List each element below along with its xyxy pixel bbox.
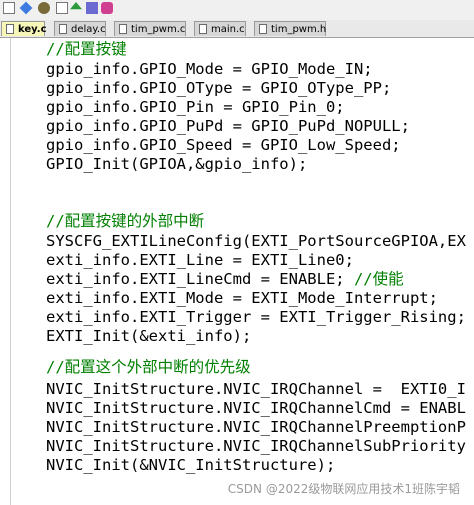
palette-icon[interactable] bbox=[101, 2, 113, 14]
code-line: gpio_info.GPIO_OType = GPIO_OType_PP; bbox=[46, 79, 392, 97]
code-line: gpio_info.GPIO_Mode = GPIO_Mode_IN; bbox=[46, 60, 373, 78]
tools-icon[interactable] bbox=[86, 2, 98, 14]
code-line: gpio_info.GPIO_Speed = GPIO_Low_Speed; bbox=[46, 136, 401, 154]
code-text: exti_info.EXTI_LineCmd = ENABLE; bbox=[46, 270, 354, 288]
code-line: NVIC_InitStructure.NVIC_IRQChannelSubPri… bbox=[46, 437, 466, 455]
code-line: GPIO_Init(GPIOA,&gpio_info); bbox=[46, 155, 308, 173]
code-line: gpio_info.GPIO_PuPd = GPIO_PuPd_NOPULL; bbox=[46, 117, 410, 135]
tab-label: tim_pwm.c bbox=[131, 24, 186, 35]
code-line: gpio_info.GPIO_Pin = GPIO_Pin_0; bbox=[46, 98, 345, 116]
tab-main-c[interactable]: main.c bbox=[194, 21, 246, 36]
tab-label: main.c bbox=[211, 24, 245, 35]
file-icon[interactable] bbox=[3, 2, 15, 14]
gear-icon[interactable] bbox=[38, 2, 50, 14]
code-line-with-comment: exti_info.EXTI_LineCmd = ENABLE; //使能 bbox=[46, 270, 404, 288]
watermark: CSDN @2022级物联网应用技术1班陈宇韬 bbox=[227, 482, 460, 496]
file-icon bbox=[59, 24, 67, 34]
code-line: NVIC_InitStructure.NVIC_IRQChannelCmd = … bbox=[46, 399, 466, 417]
code-editor[interactable]: //配置按键 gpio_info.GPIO_Mode = GPIO_Mode_I… bbox=[0, 38, 474, 505]
code-line: EXTI_Init(&exti_info); bbox=[46, 327, 252, 345]
code-line: NVIC_Init(&NVIC_InitStructure); bbox=[46, 456, 336, 474]
tab-label: key.c bbox=[18, 24, 47, 35]
code-comment: //配置按键的外部中断 bbox=[46, 212, 205, 230]
toolbar bbox=[0, 0, 474, 20]
editor-tabs: key.c delay.c tim_pwm.c main.c tim_pwm.h bbox=[0, 20, 474, 38]
tab-key-c[interactable]: key.c bbox=[1, 21, 47, 36]
tab-delay-c[interactable]: delay.c bbox=[54, 21, 106, 36]
code-line: exti_info.EXTI_Mode = EXTI_Mode_Interrup… bbox=[46, 289, 438, 307]
tab-label: tim_pwm.h bbox=[271, 24, 327, 35]
pin-icon[interactable] bbox=[56, 2, 68, 14]
file-icon bbox=[119, 24, 127, 34]
file-icon bbox=[6, 24, 14, 34]
code-line: NVIC_InitStructure.NVIC_IRQChannel = EXT… bbox=[46, 380, 466, 398]
code-comment: //配置这个外部中断的优先级 bbox=[46, 358, 251, 376]
file-icon bbox=[259, 24, 267, 34]
tab-label: delay.c bbox=[71, 24, 106, 35]
arrow-icon[interactable] bbox=[70, 2, 82, 10]
code-comment: //配置按键 bbox=[46, 40, 127, 58]
tab-tim-pwm-h[interactable]: tim_pwm.h bbox=[254, 21, 326, 36]
diamond-icon[interactable] bbox=[19, 1, 33, 15]
code-line: NVIC_InitStructure.NVIC_IRQChannelPreemp… bbox=[46, 418, 466, 436]
file-icon bbox=[199, 24, 207, 34]
code-comment: //使能 bbox=[353, 270, 404, 288]
code-line: SYSCFG_EXTILineConfig(EXTI_PortSourceGPI… bbox=[46, 232, 466, 250]
code-line: exti_info.EXTI_Trigger = EXTI_Trigger_Ri… bbox=[46, 308, 466, 326]
code-line: exti_info.EXTI_Line = EXTI_Line0; bbox=[46, 251, 354, 269]
tab-tim-pwm-c[interactable]: tim_pwm.c bbox=[114, 21, 186, 36]
